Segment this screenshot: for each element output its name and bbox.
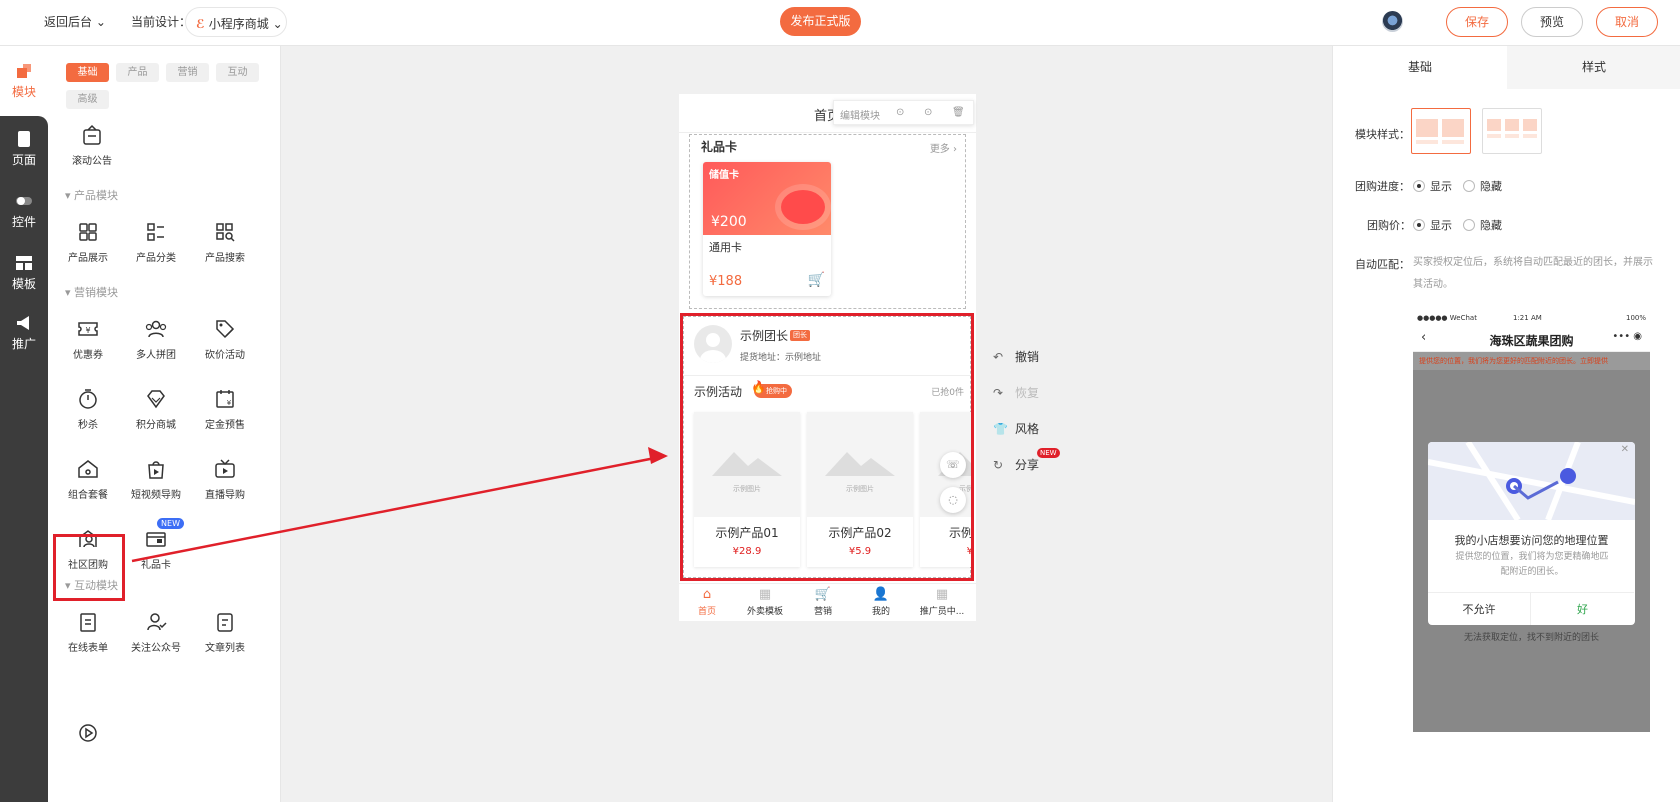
- leader-badge: 团长: [790, 330, 810, 341]
- redo-icon: ↷: [993, 386, 1004, 400]
- leader-name: 示例团长: [740, 329, 789, 343]
- chat-icon[interactable]: ◌: [940, 487, 966, 513]
- product-name: 示例产品01: [715, 526, 779, 540]
- tab-marketing[interactable]: 🛒 营销: [795, 586, 851, 617]
- map-illustration: ✕: [1428, 442, 1635, 522]
- gift-card-module[interactable]: 礼品卡 更多 › 储值卡 ¥200 通用卡 ¥188 🛒: [689, 134, 966, 309]
- undo-icon: ↶: [993, 350, 1004, 364]
- product-price: ¥5: [966, 546, 973, 557]
- close-icon: ✕: [1620, 444, 1629, 455]
- price-show-radio[interactable]: 显示: [1413, 217, 1452, 233]
- mock-status-bar: ●●●●● WeChat 1:21 AM 100%: [1413, 312, 1650, 326]
- undo-button[interactable]: ↶ 撤销: [993, 348, 1039, 365]
- card-name: 通用卡: [709, 241, 742, 254]
- share-icon: ↻: [993, 458, 1004, 472]
- product-image-placeholder: 示例图片: [807, 412, 913, 517]
- deny-button: 不允许: [1428, 592, 1531, 625]
- phone-preview: 首页 编辑模块 ⊙ ⊙ 🗑 礼品卡 更多 › 储值卡 ¥200 通用卡 ¥188…: [679, 94, 976, 621]
- activity-status-badge: 抢购中: [751, 380, 792, 398]
- tab-home[interactable]: ⌂ 首页: [679, 586, 735, 617]
- price-hide-radio[interactable]: 隐藏: [1463, 217, 1502, 233]
- phone-tab-bar: ⌂ 首页 ▦ 外卖模板 🛒 营销 👤 我的 ▦ 推广员中...: [679, 583, 976, 621]
- more-link[interactable]: 更多 ›: [930, 140, 957, 155]
- mock-no-location-text: 无法获取定位，找不到附近的团长: [1463, 633, 1599, 643]
- community-group-buy-module[interactable]: 示例团长 团长 提货地址：示例地址 示例活动 抢购中 已抢0件 示例图片 示例产…: [680, 313, 974, 581]
- style-button[interactable]: 👕 风格: [993, 420, 1039, 437]
- product-image-placeholder: 示例图片: [694, 412, 800, 517]
- capsule-menu-icon: ••• ◉: [1612, 331, 1642, 342]
- tab-promoter[interactable]: ▦ 推广员中...: [914, 586, 970, 617]
- delete-icon[interactable]: 🗑: [952, 107, 965, 118]
- card-tag: 储值卡: [709, 170, 739, 181]
- dialog-description: 提供您的位置，我们将为您更精确地匹配附近的团长。: [1455, 552, 1609, 577]
- avatar: [694, 325, 732, 363]
- mountain-icon: [712, 452, 782, 476]
- dialog-title: 我的小店想要访问您的地理位置: [1454, 534, 1609, 547]
- product-price: ¥5.9: [848, 546, 872, 557]
- shirt-icon: 👕: [993, 422, 1008, 436]
- progress-hide-radio[interactable]: 隐藏: [1463, 178, 1502, 194]
- mock-hint: 提供您的位置，我们将为您更好的匹配附近的团长。立即提供: [1413, 352, 1650, 370]
- card-price: ¥188: [709, 274, 743, 289]
- home-icon: ⌂: [702, 587, 712, 602]
- settings-panel: 基础 样式 模块样式： 团购进度： 显示 隐藏 团购价： 显示 隐藏 自动匹配：…: [1332, 46, 1680, 802]
- phone-call-icon[interactable]: ☏: [940, 452, 966, 478]
- tab-mine[interactable]: 👤 我的: [853, 586, 909, 617]
- money-bag-icon: [781, 190, 825, 224]
- card-amount: ¥200: [711, 214, 747, 230]
- style-option-2[interactable]: [1482, 108, 1542, 154]
- price-label: 团购价：: [1367, 219, 1411, 232]
- style-option-1[interactable]: [1411, 108, 1471, 154]
- tab-takeout[interactable]: ▦ 外卖模板: [737, 586, 793, 617]
- progress-show-radio[interactable]: 显示: [1413, 178, 1452, 194]
- product-card[interactable]: 示例图片 示例产品01 ¥28.9: [694, 412, 800, 567]
- mountain-icon: [825, 452, 895, 476]
- cart-icon: 🛒: [814, 587, 832, 602]
- product-name: 示例产品: [948, 526, 973, 540]
- mock-nav-bar: ‹ 海珠区蔬果团购 ••• ◉: [1413, 326, 1650, 352]
- mock-location-dialog: ✕ 我的小店想要访问您的地理位置 提供您的位置，我们将为您更精确地匹配附近的团长…: [1428, 442, 1635, 625]
- grid-icon: ▦: [758, 587, 772, 602]
- location-permission-mockup: ●●●●● WeChat 1:21 AM 100% ‹ 海珠区蔬果团购 ••• …: [1413, 312, 1650, 732]
- gift-card-item[interactable]: 储值卡 ¥200 通用卡 ¥188 🛒: [703, 162, 831, 296]
- share-button[interactable]: ↻ 分享 NEW: [993, 448, 1060, 473]
- cart-icon[interactable]: 🛒: [808, 272, 825, 288]
- tab-basic-settings[interactable]: 基础: [1333, 46, 1507, 89]
- product-price: ¥28.9: [732, 546, 762, 557]
- move-down-icon[interactable]: ⊙: [924, 107, 932, 118]
- tab-style-settings[interactable]: 样式: [1507, 46, 1680, 89]
- gift-card-image: 储值卡 ¥200: [703, 162, 831, 235]
- allow-button: 好: [1531, 592, 1634, 625]
- pickup-address: 提货地址：示例地址: [740, 353, 822, 363]
- edit-module-label[interactable]: 编辑模块: [840, 107, 880, 122]
- auto-match-label: 自动匹配：: [1355, 258, 1410, 271]
- activity-title: 示例活动: [694, 385, 743, 399]
- auto-match-description: 买家授权定位后，系统将自动匹配最近的团长，并展示其活动。: [1413, 257, 1653, 290]
- progress-label: 团购进度：: [1355, 180, 1410, 193]
- redo-button[interactable]: ↷ 恢复: [993, 384, 1039, 401]
- grid-icon: ▦: [935, 587, 949, 602]
- product-name: 示例产品02: [828, 526, 892, 540]
- module-style-label: 模块样式：: [1355, 128, 1410, 141]
- move-up-icon[interactable]: ⊙: [896, 107, 904, 118]
- new-badge: NEW: [1037, 448, 1060, 458]
- grabbed-count: 已抢0件: [931, 388, 964, 398]
- user-icon: 👤: [872, 587, 890, 602]
- gift-card-title: 礼品卡: [701, 140, 738, 154]
- phone-header: 首页 编辑模块 ⊙ ⊙ 🗑: [679, 94, 976, 133]
- edit-module-popup[interactable]: 编辑模块 ⊙ ⊙ 🗑: [833, 100, 974, 125]
- product-card[interactable]: 示例图片 示例产品02 ¥5.9: [807, 412, 913, 567]
